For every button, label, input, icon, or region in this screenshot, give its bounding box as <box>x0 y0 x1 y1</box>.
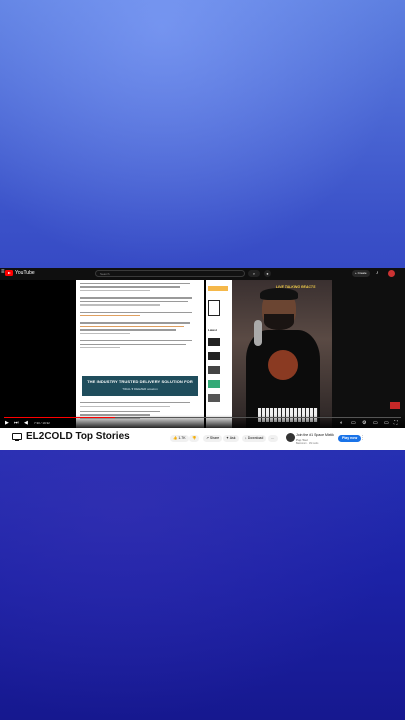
share-label: Share <box>209 436 220 440</box>
like-button[interactable]: 👍 1.7K <box>170 435 189 442</box>
miniplayer-icon[interactable]: ▭ <box>373 420 378 426</box>
article-page: THE INDUSTRY TRUSTED DELIVERY SOLUTION F… <box>76 280 204 428</box>
banner-title: THE INDUSTRY TRUSTED DELIVERY SOLUTION F… <box>87 379 193 384</box>
youtube-logo[interactable]: YouTube <box>5 270 35 276</box>
channel-avatar[interactable] <box>286 433 295 442</box>
like-count: 1.7K <box>178 436 186 440</box>
player-controls: ▶ ⏭ ◀ 7:30 / 19:32 ◐ ▭ ⚙ ▭ ▭ ⛶ <box>0 415 405 428</box>
video-title: EL2COLD Top Stories <box>26 431 130 442</box>
promo-title[interactable]: Join the #1 Space Mixtik <box>296 433 334 437</box>
download-button[interactable]: ↓ Download <box>242 435 267 442</box>
avatar[interactable] <box>388 270 395 277</box>
next-icon[interactable]: ⏭ <box>14 420 19 426</box>
create-button[interactable]: + Create <box>352 270 370 277</box>
article-sidebar: Latest <box>206 280 232 428</box>
delivery-banner: THE INDUSTRY TRUSTED DELIVERY SOLUTION F… <box>82 376 198 396</box>
progress-bar[interactable] <box>4 417 401 418</box>
mic-icon[interactable]: ● <box>264 270 271 277</box>
search-input[interactable]: Search <box>95 270 245 277</box>
promo-more-icon[interactable]: ⋮ <box>360 435 365 441</box>
video-info-bar: EL2COLD Top Stories 👍 1.7K 👎 ↗ Share ✦ A… <box>0 428 405 450</box>
background-glow-top <box>0 0 405 270</box>
background-glow-bottom <box>0 450 405 720</box>
tv-icon <box>12 433 22 442</box>
more-actions-button[interactable]: … <box>268 435 278 442</box>
search-icon[interactable]: ⌕ <box>248 270 260 277</box>
microphone <box>254 320 262 346</box>
bell-icon[interactable]: ♪ <box>376 270 379 277</box>
play-now-button[interactable]: Play now <box>338 435 362 442</box>
banner-logos: TIDAL ♥ DEEZER amazon <box>122 387 158 391</box>
download-label: Download <box>247 436 264 440</box>
webcam-feed: LIVE TALKING REACTS <box>232 280 332 428</box>
right-panel <box>332 280 405 428</box>
play-icon[interactable]: ▶ <box>5 420 9 426</box>
youtube-window: ≡ YouTube Search ⌕ ● + Create ♪ THE INDU… <box>0 268 405 450</box>
autoplay-toggle[interactable]: ◐ <box>340 420 343 426</box>
ask-label: Ask <box>229 436 236 440</box>
youtube-play-icon <box>5 270 13 276</box>
youtube-header: ≡ YouTube Search ⌕ ● + Create ♪ <box>0 268 405 280</box>
next-video-thumbnail[interactable] <box>390 402 400 409</box>
dislike-button[interactable]: 👎 <box>189 435 200 442</box>
theater-icon[interactable]: ▭ <box>384 420 389 426</box>
volume-icon[interactable]: ◀ <box>24 420 28 426</box>
settings-icon[interactable]: ⚙ <box>362 420 366 426</box>
share-button[interactable]: ↗ Share <box>203 435 223 442</box>
promo-meta: Bastorum · 1M subs <box>296 442 319 445</box>
fullscreen-icon[interactable]: ⛶ <box>394 420 398 426</box>
captions-icon[interactable]: ▭ <box>351 420 356 426</box>
ask-button[interactable]: ✦ Ask <box>223 435 239 442</box>
video-player[interactable]: THE INDUSTRY TRUSTED DELIVERY SOLUTION F… <box>0 280 405 428</box>
menu-icon[interactable]: ≡ <box>1 269 5 275</box>
youtube-logo-text: YouTube <box>15 270 35 276</box>
time-display: 7:30 / 19:32 <box>34 421 50 425</box>
